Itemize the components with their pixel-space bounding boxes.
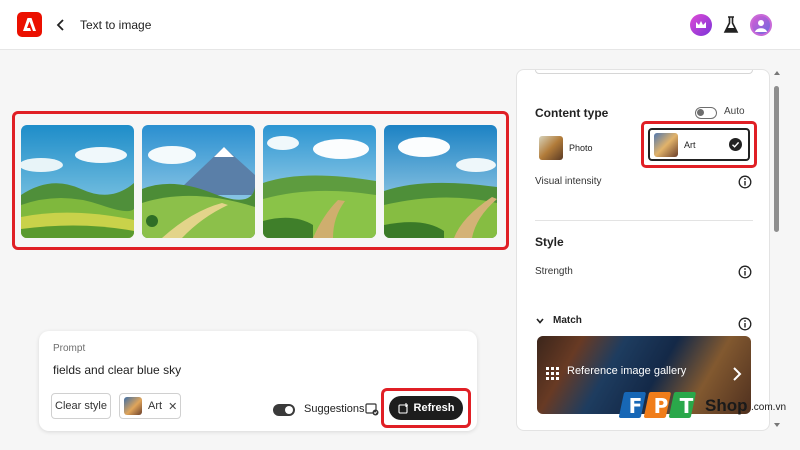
info-icon[interactable] [738,175,752,189]
art-style-chip[interactable]: Art ✕ [119,393,181,419]
section-divider [535,220,753,221]
generated-image-2[interactable] [142,125,255,238]
prompt-panel: Prompt fields and clear blue sky Clear s… [39,331,477,431]
match-section-toggle[interactable]: Match [535,315,582,326]
art-option-highlight: Art [641,121,757,168]
art-thumbnail [654,132,678,157]
settings-top-field[interactable] [535,70,753,74]
grid-icon [546,367,559,380]
scrollbar-thumb[interactable] [774,86,779,232]
page-title: Text to image [80,18,152,32]
prompt-input[interactable]: fields and clear blue sky [53,363,181,377]
generated-image-4[interactable] [384,125,497,238]
suggestions-label: Suggestions [304,403,365,415]
auto-label: Auto [724,106,745,117]
fpt-letter-3: T [679,394,694,418]
content-type-photo-option[interactable]: Photo [539,132,639,163]
suggestions-settings-icon[interactable] [365,402,379,416]
user-avatar-icon[interactable] [750,14,772,36]
refresh-button[interactable]: Refresh [389,396,463,420]
suggestions-toggle[interactable] [273,404,295,416]
app-header: Text to image [0,0,800,50]
content-type-heading: Content type [535,106,609,120]
fpt-letter-1: F [628,394,643,418]
prompt-label: Prompt [53,343,86,354]
fpt-shop-watermark: FPT Shop .com.vn [617,388,800,428]
content-type-art-option[interactable]: Art [648,128,750,161]
info-icon[interactable] [738,265,752,279]
auto-toggle[interactable] [695,107,717,119]
settings-panel: Content type Auto Photo Art Visual inten… [516,69,770,431]
checkmark-icon [729,138,742,151]
art-style-chip-label: Art [148,400,163,412]
adobe-logo-icon[interactable] [17,12,42,37]
fpt-brand-text: FPT [623,394,699,418]
close-icon[interactable]: ✕ [168,400,177,413]
generated-images-gallery [12,111,509,250]
reference-gallery-label: Reference image gallery [567,365,687,377]
generated-image-3[interactable] [263,125,376,238]
photo-thumbnail [539,135,563,160]
domain-text: .com.vn [751,402,787,413]
refresh-button-highlight: Refresh [381,388,471,428]
chevron-down-icon [536,317,544,324]
photo-option-label: Photo [569,142,593,153]
chevron-left-icon[interactable] [53,15,69,35]
strength-label: Strength [535,266,573,277]
fpt-letter-2: P [653,394,669,418]
art-style-thumbnail [124,397,142,415]
match-label: Match [553,315,582,326]
shop-text: Shop [705,396,748,415]
style-heading: Style [535,235,564,249]
generated-image-1[interactable] [21,125,134,238]
info-icon[interactable] [738,317,752,331]
art-option-label: Art [684,139,696,150]
chevron-right-icon [733,367,742,381]
clear-style-button[interactable]: Clear style [51,393,111,419]
refresh-button-label: Refresh [413,402,455,414]
labs-flask-icon[interactable] [720,14,742,36]
premium-crown-icon[interactable] [690,14,712,36]
generate-icon [397,402,408,414]
visual-intensity-label: Visual intensity [535,176,602,187]
